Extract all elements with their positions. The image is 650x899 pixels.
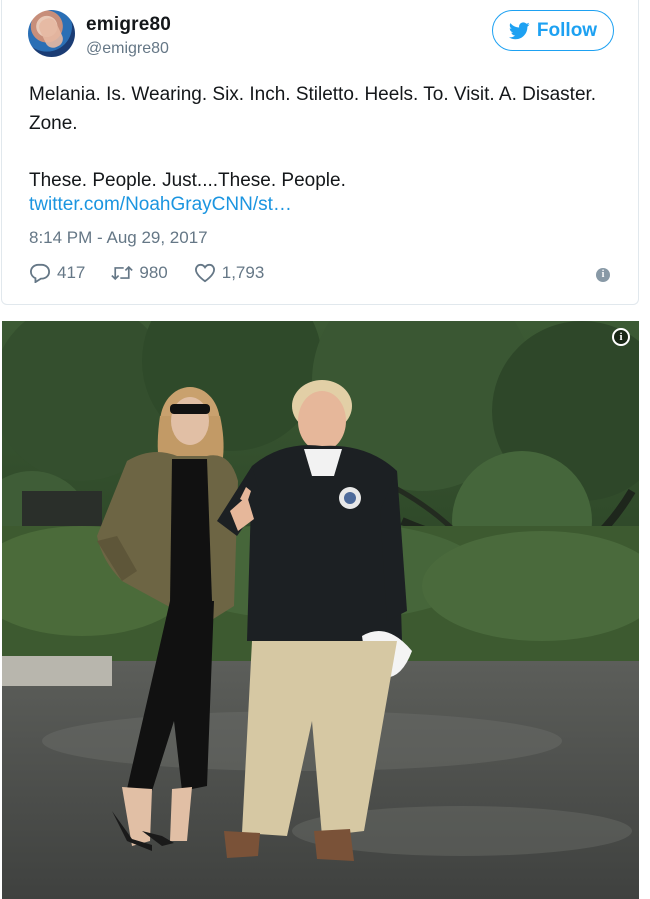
- tweet-actions: 417 980 1,793: [29, 262, 290, 284]
- tweet-text: Melania. Is. Wearing. Six. Inch. Stilett…: [29, 80, 609, 195]
- retweet-icon: [111, 265, 134, 281]
- reply-count: 417: [57, 263, 86, 282]
- handle[interactable]: @emigre80: [86, 40, 169, 58]
- like-button[interactable]: 1,793: [194, 263, 265, 283]
- like-count: 1,793: [221, 263, 265, 282]
- info-icon[interactable]: i: [596, 268, 610, 282]
- follow-button[interactable]: Follow: [492, 10, 614, 51]
- retweet-button[interactable]: 980: [111, 263, 168, 283]
- tweet-link[interactable]: twitter.com/NoahGrayCNN/st…: [29, 194, 292, 216]
- reply-button[interactable]: 417: [29, 263, 85, 283]
- media-info-icon[interactable]: i: [612, 328, 630, 346]
- timestamp[interactable]: 8:14 PM - Aug 29, 2017: [29, 228, 208, 248]
- photo-illustration: [2, 321, 639, 899]
- tweet-media-photo[interactable]: [2, 321, 639, 899]
- retweet-count: 980: [139, 263, 168, 282]
- twitter-bird-icon: [508, 21, 530, 39]
- tweet-card: emigre80 @emigre80 Follow Melania. Is. W…: [1, 0, 639, 305]
- avatar[interactable]: [28, 10, 75, 57]
- tweet-line-2: These. People. Just....These. People.: [29, 170, 346, 191]
- reply-icon: [29, 263, 51, 283]
- heart-icon: [194, 263, 215, 283]
- follow-label: Follow: [536, 19, 598, 41]
- tweet-line-1: Melania. Is. Wearing. Six. Inch. Stilett…: [29, 84, 597, 134]
- display-name[interactable]: emigre80: [86, 14, 171, 36]
